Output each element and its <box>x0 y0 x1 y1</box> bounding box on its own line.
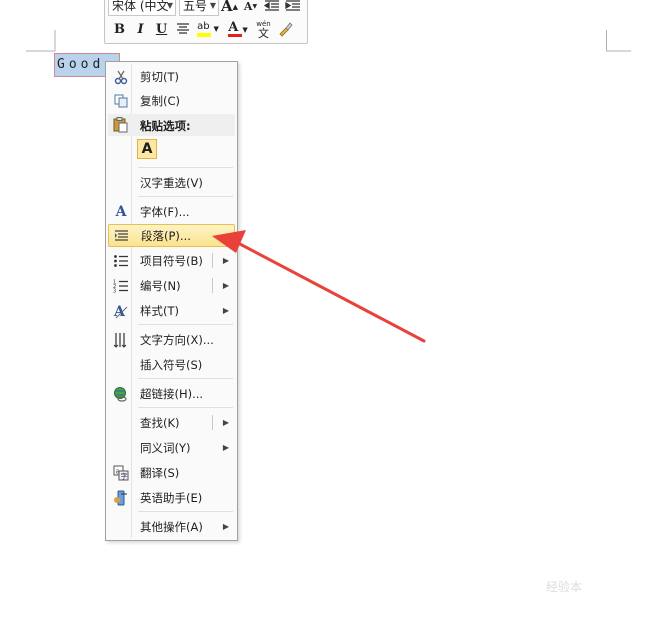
watermark: 经验本 <box>546 580 583 594</box>
annotation-arrow <box>212 230 426 343</box>
